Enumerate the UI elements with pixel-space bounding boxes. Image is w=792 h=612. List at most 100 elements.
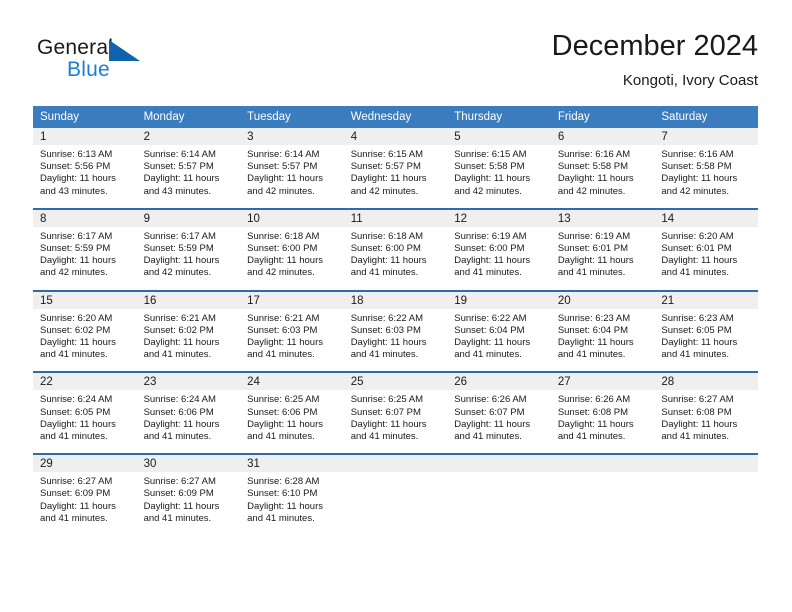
page-header: General Blue December 2024 Kongoti, Ivor… <box>33 28 758 96</box>
day-sunset-text: Sunset: 6:02 PM <box>40 324 111 336</box>
day-sunset-text: Sunset: 6:05 PM <box>40 406 111 418</box>
calendar-day-cell[interactable]: 4 Sunrise: 6:15 AM Sunset: 5:57 PM Daylight… <box>343 128 448 209</box>
day-sunrise-text: Sunrise: 6:21 AM <box>247 312 320 324</box>
calendar-day-cell[interactable]: 7 Sunrise: 6:16 AM Sunset: 5:58 PM Daylight… <box>654 128 758 209</box>
day-number: 3 <box>240 128 344 145</box>
day-daylight-2-text: and 41 minutes. <box>454 349 522 361</box>
day-number: 13 <box>550 209 655 227</box>
day-sunset-text: Sunset: 6:07 PM <box>454 406 525 418</box>
calendar-day-cell[interactable]: 6 Sunrise: 6:16 AM Sunset: 5:58 PM Daylight… <box>550 128 655 209</box>
day-details: Sunrise: 6:14 AM Sunset: 5:57 PM Daylight:… <box>240 145 344 208</box>
day-details: Sunrise: 6:21 AM Sunset: 6:03 PM Daylight:… <box>240 309 344 372</box>
day-sunrise-text: Sunrise: 6:14 AM <box>247 149 320 160</box>
day-details: Sunrise: 6:24 AM Sunset: 6:06 PM Daylight:… <box>137 390 241 453</box>
calendar-day-cell[interactable]: 10 Sunrise: 6:18 AM Sunset: 6:00 PM Dayligh… <box>240 207 344 291</box>
day-sunrise-text: Sunrise: 6:16 AM <box>661 149 734 160</box>
calendar-day-cell[interactable]: 1 Sunrise: 6:13 AM Sunset: 5:56 PM Daylight… <box>33 128 137 209</box>
day-sunrise-text: Sunrise: 6:17 AM <box>143 230 216 242</box>
day-details: Sunrise: 6:25 AM Sunset: 6:07 PM Daylight:… <box>344 390 448 453</box>
calendar-day-cell[interactable]: 19 Sunrise: 6:22 AM Sunset: 6:04 PM Dayligh… <box>447 289 551 373</box>
day-number <box>447 455 551 473</box>
day-details: Sunrise: 6:27 AM Sunset: 6:09 PM Daylight:… <box>137 472 241 535</box>
day-daylight-2-text: and 41 minutes. <box>247 512 315 524</box>
day-number: 25 <box>343 373 448 391</box>
day-number: 2 <box>136 128 241 145</box>
calendar-day-cell[interactable]: 30 Sunrise: 6:27 AM Sunset: 6:09 PM Dayligh… <box>136 453 241 536</box>
day-daylight-1-text: Daylight: 11 hours <box>454 418 531 430</box>
day-daylight-2-text: and 42 minutes. <box>247 267 315 279</box>
day-daylight-1-text: Daylight: 11 hours <box>350 418 427 430</box>
day-details: Sunrise: 6:20 AM Sunset: 6:02 PM Daylight:… <box>33 309 137 372</box>
calendar-day-cell[interactable]: 5 Sunrise: 6:15 AM Sunset: 5:58 PM Daylight… <box>447 128 551 209</box>
title-block: December 2024 Kongoti, Ivory Coast <box>552 28 758 92</box>
day-sunset-text: Sunset: 6:02 PM <box>143 324 214 336</box>
calendar-day-cell[interactable]: 3 Sunrise: 6:14 AM Sunset: 5:57 PM Daylight… <box>240 128 344 209</box>
calendar-day-cell[interactable]: 26 Sunrise: 6:26 AM Sunset: 6:07 PM Dayligh… <box>447 371 551 455</box>
day-number: 30 <box>136 455 241 473</box>
calendar-day-cell[interactable]: 8 Sunrise: 6:17 AM Sunset: 5:59 PM Daylight… <box>33 207 137 291</box>
logo-triangle-icon <box>109 40 140 61</box>
day-details: Sunrise: 6:21 AM Sunset: 6:02 PM Daylight:… <box>137 309 241 372</box>
calendar-day-cell[interactable]: 17 Sunrise: 6:21 AM Sunset: 6:03 PM Dayligh… <box>240 289 344 373</box>
day-daylight-1-text: Daylight: 11 hours <box>247 418 323 430</box>
day-details: Sunrise: 6:26 AM Sunset: 6:07 PM Daylight:… <box>447 390 551 453</box>
day-daylight-2-text: and 41 minutes. <box>454 267 522 279</box>
day-number <box>343 455 448 473</box>
day-number: 6 <box>550 128 655 145</box>
day-daylight-2-text: and 41 minutes. <box>454 431 522 443</box>
day-sunrise-text: Sunrise: 6:15 AM <box>350 149 424 160</box>
day-sunset-text: Sunset: 5:59 PM <box>40 243 111 255</box>
day-sunrise-text: Sunrise: 6:18 AM <box>350 230 424 242</box>
day-sunset-text: Sunset: 6:00 PM <box>247 243 318 255</box>
day-daylight-2-text: and 41 minutes. <box>661 267 729 279</box>
calendar-day-cell[interactable]: 29 Sunrise: 6:27 AM Sunset: 6:09 PM Dayligh… <box>33 453 137 536</box>
calendar-week-row: 8 Sunrise: 6:17 AM Sunset: 5:59 PM Daylight… <box>33 207 758 291</box>
day-sunset-text: Sunset: 6:00 PM <box>350 243 421 255</box>
day-details: Sunrise: 6:20 AM Sunset: 6:01 PM Daylight:… <box>654 227 758 290</box>
day-number: 24 <box>240 373 344 391</box>
day-number: 9 <box>136 209 241 227</box>
day-daylight-1-text: Daylight: 11 hours <box>350 173 427 185</box>
calendar-day-cell[interactable]: 20 Sunrise: 6:23 AM Sunset: 6:04 PM Dayligh… <box>550 289 655 373</box>
calendar-day-cell[interactable]: 22 Sunrise: 6:24 AM Sunset: 6:05 PM Dayligh… <box>33 371 137 455</box>
calendar-day-cell[interactable]: 12 Sunrise: 6:19 AM Sunset: 6:00 PM Dayligh… <box>447 207 551 291</box>
day-daylight-2-text: and 41 minutes. <box>350 267 419 279</box>
calendar-day-cell[interactable]: 24 Sunrise: 6:25 AM Sunset: 6:06 PM Dayligh… <box>240 371 344 455</box>
calendar-day-cell[interactable]: 18 Sunrise: 6:22 AM Sunset: 6:03 PM Dayligh… <box>343 289 448 373</box>
weekday-header-monday: Monday <box>136 106 241 128</box>
day-daylight-1-text: Daylight: 11 hours <box>557 255 634 267</box>
day-daylight-2-text: and 42 minutes. <box>143 267 212 279</box>
calendar-day-cell[interactable]: 16 Sunrise: 6:21 AM Sunset: 6:02 PM Dayligh… <box>136 289 241 373</box>
weekday-header-saturday: Saturday <box>654 106 758 128</box>
day-number: 7 <box>654 128 758 145</box>
calendar-day-cell[interactable]: 2 Sunrise: 6:14 AM Sunset: 5:57 PM Daylight… <box>136 128 241 209</box>
calendar-day-cell[interactable]: 28 Sunrise: 6:27 AM Sunset: 6:08 PM Dayligh… <box>654 371 758 455</box>
calendar-day-cell[interactable]: 25 Sunrise: 6:25 AM Sunset: 6:07 PM Dayligh… <box>343 371 448 455</box>
calendar-day-cell[interactable]: 13 Sunrise: 6:19 AM Sunset: 6:01 PM Dayligh… <box>550 207 655 291</box>
day-number: 16 <box>136 291 241 309</box>
calendar-day-cell[interactable]: 15 Sunrise: 6:20 AM Sunset: 6:02 PM Dayligh… <box>33 289 137 373</box>
day-number: 23 <box>136 373 241 391</box>
calendar-day-cell-empty <box>654 453 758 536</box>
day-sunset-text: Sunset: 6:04 PM <box>557 324 629 336</box>
calendar-body: 1 Sunrise: 6:13 AM Sunset: 5:56 PM Daylight… <box>33 128 758 536</box>
calendar-day-cell[interactable]: 23 Sunrise: 6:24 AM Sunset: 6:06 PM Dayligh… <box>136 371 241 455</box>
day-number: 20 <box>550 291 655 309</box>
day-daylight-1-text: Daylight: 11 hours <box>557 337 634 349</box>
calendar-day-cell[interactable]: 31 Sunrise: 6:28 AM Sunset: 6:10 PM Dayligh… <box>240 453 344 536</box>
calendar-day-cell[interactable]: 9 Sunrise: 6:17 AM Sunset: 5:59 PM Daylight… <box>136 207 241 291</box>
calendar-day-cell[interactable]: 21 Sunrise: 6:23 AM Sunset: 6:05 PM Dayligh… <box>654 289 758 373</box>
day-daylight-1-text: Daylight: 11 hours <box>143 173 220 185</box>
day-daylight-1-text: Daylight: 11 hours <box>40 500 116 512</box>
day-daylight-1-text: Daylight: 11 hours <box>143 255 220 267</box>
day-daylight-1-text: Daylight: 11 hours <box>661 255 738 267</box>
day-sunrise-text: Sunrise: 6:24 AM <box>143 394 216 406</box>
calendar-day-cell[interactable]: 14 Sunrise: 6:20 AM Sunset: 6:01 PM Dayligh… <box>654 207 758 291</box>
day-daylight-1-text: Daylight: 11 hours <box>557 418 634 430</box>
day-sunrise-text: Sunrise: 6:19 AM <box>557 230 631 242</box>
day-daylight-2-text: and 41 minutes. <box>143 512 212 524</box>
calendar-day-cell[interactable]: 27 Sunrise: 6:26 AM Sunset: 6:08 PM Dayligh… <box>550 371 655 455</box>
calendar-day-cell[interactable]: 11 Sunrise: 6:18 AM Sunset: 6:00 PM Dayligh… <box>343 207 448 291</box>
calendar-week-row: 29 Sunrise: 6:27 AM Sunset: 6:09 PM Dayligh… <box>33 453 758 536</box>
day-sunset-text: Sunset: 6:10 PM <box>247 488 318 500</box>
